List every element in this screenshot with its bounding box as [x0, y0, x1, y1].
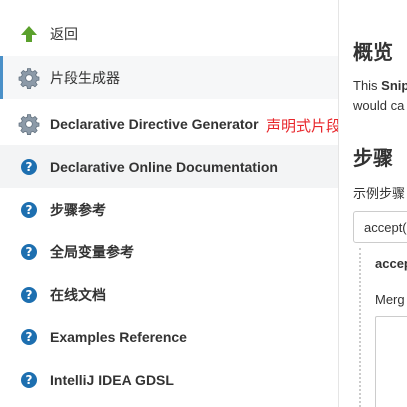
- help-icon: ?: [18, 284, 40, 306]
- sidebar-item-global-variables[interactable]: ? 全局变量参考: [0, 230, 338, 273]
- sidebar: 返回 片段生成器 Declarative Directive Generator…: [0, 0, 338, 407]
- sample-step-label: 示例步骤: [353, 186, 406, 201]
- help-icon: ?: [18, 369, 40, 391]
- gear-icon: [18, 67, 40, 89]
- steps-title: 步骤: [353, 148, 393, 170]
- sidebar-item-label: 在线文档: [50, 286, 106, 303]
- overview-text-bold: Snip: [381, 78, 407, 93]
- help-icon: ?: [18, 326, 40, 348]
- sidebar-item-label: 全局变量参考: [50, 243, 134, 260]
- overview-text-line2: would ca: [353, 98, 405, 113]
- merge-label: Merg: [375, 292, 405, 307]
- sidebar-item-label: Declarative Directive Generator: [50, 115, 259, 132]
- sidebar-item-label: Declarative Online Documentation: [50, 158, 278, 175]
- sidebar-item-declarative-online-docs[interactable]: ? Declarative Online Documentation: [0, 145, 338, 188]
- section-guide-line: [359, 248, 361, 407]
- sidebar-item-label: IntelliJ IDEA GDSL: [50, 371, 174, 388]
- sidebar-item-label: Examples Reference: [50, 328, 187, 345]
- sidebar-item-intellij-gdsl[interactable]: ? IntelliJ IDEA GDSL: [0, 358, 338, 401]
- sidebar-item-snippet-generator[interactable]: 片段生成器: [0, 56, 338, 99]
- help-icon: ?: [18, 241, 40, 263]
- help-icon: ?: [18, 156, 40, 178]
- overview-text: This Snip: [353, 78, 407, 93]
- sidebar-item-label: 片段生成器: [50, 69, 120, 86]
- sidebar-item-back[interactable]: 返回: [0, 12, 338, 55]
- sidebar-item-examples-reference[interactable]: ? Examples Reference: [0, 315, 338, 358]
- sidebar-item-label: 步骤参考: [50, 201, 106, 218]
- main-content: 概览 This Snip would ca 步骤 示例步骤 accept( ac…: [339, 0, 407, 407]
- sample-step-select[interactable]: accept(: [353, 211, 407, 243]
- overview-title: 概览: [353, 42, 393, 64]
- sidebar-item-step-reference[interactable]: ? 步骤参考: [0, 188, 338, 231]
- active-indicator: [0, 56, 3, 99]
- sidebar-item-label: 返回: [50, 25, 78, 42]
- overview-text-prefix: This: [353, 78, 382, 93]
- green-up-arrow-icon: [18, 23, 40, 45]
- help-icon: ?: [18, 199, 40, 221]
- gear-icon: [18, 113, 40, 135]
- sidebar-item-online-docs[interactable]: ? 在线文档: [0, 273, 338, 316]
- merge-textarea[interactable]: [375, 316, 407, 407]
- step-section-label: accep: [375, 256, 407, 271]
